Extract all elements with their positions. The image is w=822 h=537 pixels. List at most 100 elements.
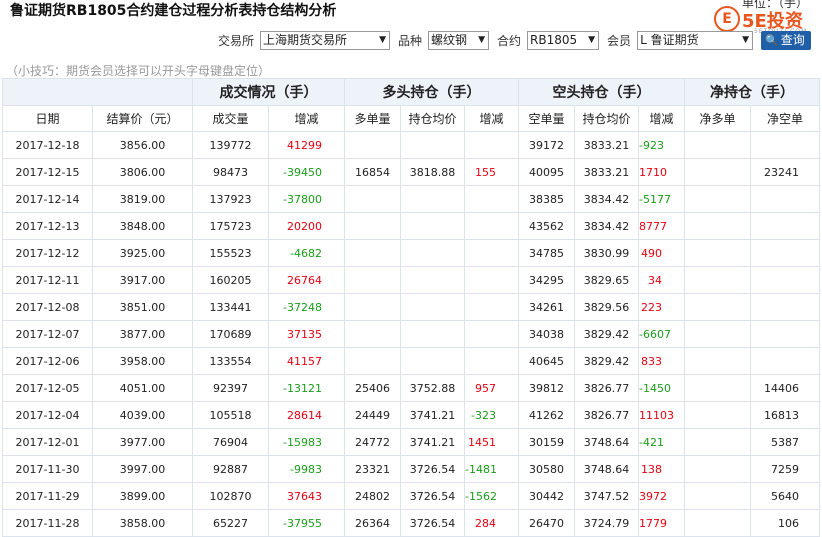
cell-net-short: 5387 (750, 428, 820, 456)
cell-short-avg: 3833.21 (574, 158, 639, 186)
member-select[interactable]: L 鲁证期货 ▼ (637, 30, 754, 50)
cell-net-long (684, 455, 751, 483)
cell-short-avg: 3833.21 (574, 131, 639, 159)
cell-short-qty: 34295 (518, 266, 575, 294)
cell-short-avg: 3747.52 (574, 482, 639, 510)
cell-short-qty: 34261 (518, 293, 575, 321)
cell-vol-chg: 28614 (268, 401, 345, 429)
cell-date: 2017-12-18 (2, 131, 93, 159)
cell-short-qty: 34785 (518, 239, 575, 267)
cell-long-chg (464, 320, 519, 348)
cell-date: 2017-12-08 (2, 293, 93, 321)
cell-long-chg (464, 131, 519, 159)
cell-short-chg: -421 (638, 428, 685, 456)
cell-long-avg: 3818.88 (400, 158, 465, 186)
exchange-label: 交易所 (218, 33, 255, 48)
cell-date: 2017-12-13 (2, 212, 93, 240)
cell-short-chg: 833 (638, 347, 685, 375)
exchange-select[interactable]: 上海期货交易所 ▼ (260, 30, 391, 50)
cell-volume: 133554 (192, 347, 269, 375)
contract-select[interactable]: RB1805 ▼ (527, 30, 600, 50)
cell-long-qty: 26364 (344, 509, 401, 537)
table-row: 2017-11-29 3899.00 102870 37643 24802 3726.54… (2, 482, 820, 510)
cell-long-chg: 1451 (464, 428, 519, 456)
cell-long-chg (464, 347, 519, 375)
cell-volume: 155523 (192, 239, 269, 267)
cell-short-chg: -6607 (638, 320, 685, 348)
cell-settle: 3977.00 (92, 428, 193, 456)
cell-short-qty: 30442 (518, 482, 575, 510)
col-header-net-long: 净多单 (684, 105, 751, 132)
group-header-net: 净持仓（手） (684, 78, 820, 106)
cell-settle: 3848.00 (92, 212, 193, 240)
cell-net-short (750, 293, 820, 321)
cell-long-chg (464, 185, 519, 213)
cell-vol-chg: 41157 (268, 347, 345, 375)
cell-long-avg (400, 131, 465, 159)
cell-short-chg: -5177 (638, 185, 685, 213)
cell-volume: 105518 (192, 401, 269, 429)
cell-short-qty: 40645 (518, 347, 575, 375)
cell-date: 2017-12-07 (2, 320, 93, 348)
cell-volume: 133441 (192, 293, 269, 321)
cell-short-avg: 3830.99 (574, 239, 639, 267)
query-button[interactable]: 🔍 查询 (761, 30, 811, 50)
position-table: 成交情况（手） 多头持仓（手） 空头持仓（手） 净持仓（手） 日期 结算价（元）… (2, 78, 820, 537)
cell-net-long (684, 401, 751, 429)
cell-long-qty (344, 239, 401, 267)
cell-long-qty (344, 131, 401, 159)
variety-select-value: 螺纹钢 (431, 32, 468, 47)
cell-short-avg: 3826.77 (574, 401, 639, 429)
cell-net-long (684, 185, 751, 213)
cell-long-qty (344, 320, 401, 348)
col-header-long-qty: 多单量 (344, 105, 401, 132)
cell-long-avg: 3741.21 (400, 401, 465, 429)
cell-long-avg (400, 212, 465, 240)
cell-long-qty (344, 212, 401, 240)
cell-short-chg: 223 (638, 293, 685, 321)
cell-long-qty: 24449 (344, 401, 401, 429)
cell-net-long (684, 266, 751, 294)
cell-short-chg: 3972 (638, 482, 685, 510)
col-header-short-chg: 增减 (638, 105, 685, 132)
cell-settle: 3925.00 (92, 239, 193, 267)
brand-logo[interactable]: E 5E投资 5ETOUZI.COM (714, 6, 818, 35)
cell-net-long (684, 482, 751, 510)
col-header-short-qty: 空单量 (518, 105, 575, 132)
cell-short-chg: 138 (638, 455, 685, 483)
cell-long-avg (400, 266, 465, 294)
cell-net-long (684, 509, 751, 537)
col-header-vol-chg: 增减 (268, 105, 345, 132)
cell-net-short (750, 320, 820, 348)
cell-short-avg: 3834.42 (574, 185, 639, 213)
cell-long-qty (344, 347, 401, 375)
cell-short-avg: 3829.65 (574, 266, 639, 294)
cell-volume: 170689 (192, 320, 269, 348)
cell-short-chg: 8777 (638, 212, 685, 240)
cell-short-qty: 39172 (518, 131, 575, 159)
table-row: 2017-12-07 3877.00 170689 37135 34038 3829.42… (2, 320, 820, 348)
variety-select[interactable]: 螺纹钢 ▼ (428, 30, 490, 50)
page-title: 鲁证期货RB1805合约建仓过程分析表持仓结构分析 (10, 3, 337, 19)
cell-settle: 3899.00 (92, 482, 193, 510)
cell-net-short (750, 212, 820, 240)
cell-long-chg: -323 (464, 401, 519, 429)
cell-long-avg (400, 239, 465, 267)
table-row: 2017-11-28 3858.00 65227 -37955 26364 3726.54… (2, 509, 820, 537)
cell-short-qty: 30580 (518, 455, 575, 483)
cell-short-chg: 490 (638, 239, 685, 267)
cell-long-avg: 3752.88 (400, 374, 465, 402)
cell-short-chg: -1450 (638, 374, 685, 402)
cell-long-avg (400, 347, 465, 375)
contract-select-value: RB1805 (530, 32, 578, 47)
cell-date: 2017-11-30 (2, 455, 93, 483)
col-header-settle: 结算价（元） (92, 105, 193, 132)
group-header-long: 多头持仓（手） (344, 78, 519, 106)
cell-long-avg (400, 293, 465, 321)
cell-net-short (750, 185, 820, 213)
query-button-label: 查询 (780, 32, 805, 47)
cell-volume: 98473 (192, 158, 269, 186)
cell-volume: 160205 (192, 266, 269, 294)
cell-long-chg: 284 (464, 509, 519, 537)
cell-vol-chg: 37135 (268, 320, 345, 348)
